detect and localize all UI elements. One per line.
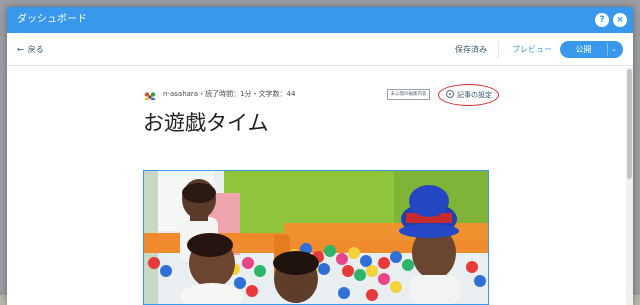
unpublished-changes-button[interactable]: 未公開の編集内容 xyxy=(387,89,430,100)
preview-button[interactable]: プレビュー xyxy=(512,44,552,55)
post-settings-label: 記事の設定 xyxy=(457,91,492,99)
read-time: 読了時間：1分 xyxy=(205,90,252,98)
editor-toolbar: ← 戻る 保存済み プレビュー 公開 ⌄ xyxy=(7,33,633,66)
window-title: ダッシュボード xyxy=(17,14,87,25)
author-name[interactable]: n-asahara xyxy=(163,90,198,98)
editor-content: n-asahara・読了時間：1分・文字数：44 未公開の編集内容 記事の設定 … xyxy=(7,67,633,305)
meta-separator: ・ xyxy=(251,90,259,98)
avatar xyxy=(144,88,156,100)
post-title[interactable]: お遊戯タイム xyxy=(143,109,269,137)
help-button[interactable]: ? xyxy=(595,13,609,27)
arrow-left-icon: ← xyxy=(17,45,24,54)
publish-button[interactable]: 公開 xyxy=(560,44,607,55)
back-button[interactable]: ← 戻る xyxy=(17,44,44,55)
content-scrollbar[interactable] xyxy=(626,67,633,305)
help-icon: ? xyxy=(599,15,605,25)
toolbar-divider xyxy=(498,41,499,58)
close-button[interactable]: × xyxy=(613,13,627,27)
editor-modal: ダッシュボード ? × ← 戻る 保存済み プレビュー 公開 ⌄ n-asaha… xyxy=(7,7,633,305)
title-bar: ダッシュボード ? × xyxy=(7,7,633,33)
scrollbar-thumb[interactable] xyxy=(627,69,632,179)
back-label: 戻る xyxy=(27,45,44,54)
publish-button-group: 公開 ⌄ xyxy=(560,41,623,58)
post-meta: n-asahara・読了時間：1分・文字数：44 xyxy=(163,89,295,99)
post-settings-button[interactable]: 記事の設定 xyxy=(446,90,492,100)
publish-divider xyxy=(607,43,608,56)
char-count: 文字数：44 xyxy=(258,90,296,98)
cover-photo[interactable] xyxy=(143,170,489,305)
chevron-down-icon[interactable]: ⌄ xyxy=(611,43,617,56)
close-icon: × xyxy=(616,15,624,25)
saved-status: 保存済み xyxy=(455,45,487,54)
gear-icon xyxy=(446,90,454,98)
